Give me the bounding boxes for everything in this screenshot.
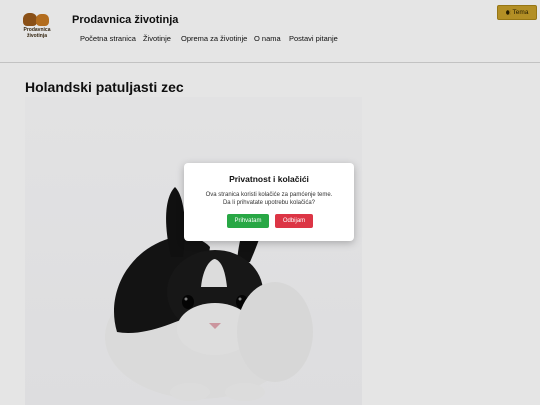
cookie-dialog-text: Ova stranica koristi kolačiće za pamćenj… bbox=[194, 192, 344, 207]
cookie-dialog-title: Privatnost i kolačići bbox=[229, 174, 309, 184]
reject-cookies-button[interactable]: Odbijam bbox=[275, 214, 313, 228]
page: Prodavnica životinja Prodavnica životinj… bbox=[0, 0, 540, 405]
cookie-dialog-text-line1: Ova stranica koristi kolačiće za pamćenj… bbox=[205, 192, 333, 198]
cookie-consent-dialog: Privatnost i kolačići Ova stranica koris… bbox=[184, 163, 354, 241]
cookie-dialog-text-line2: Da li prihvatate upotrebu kolačića? bbox=[222, 199, 316, 206]
accept-cookies-button[interactable]: Prihvatam bbox=[227, 214, 269, 228]
